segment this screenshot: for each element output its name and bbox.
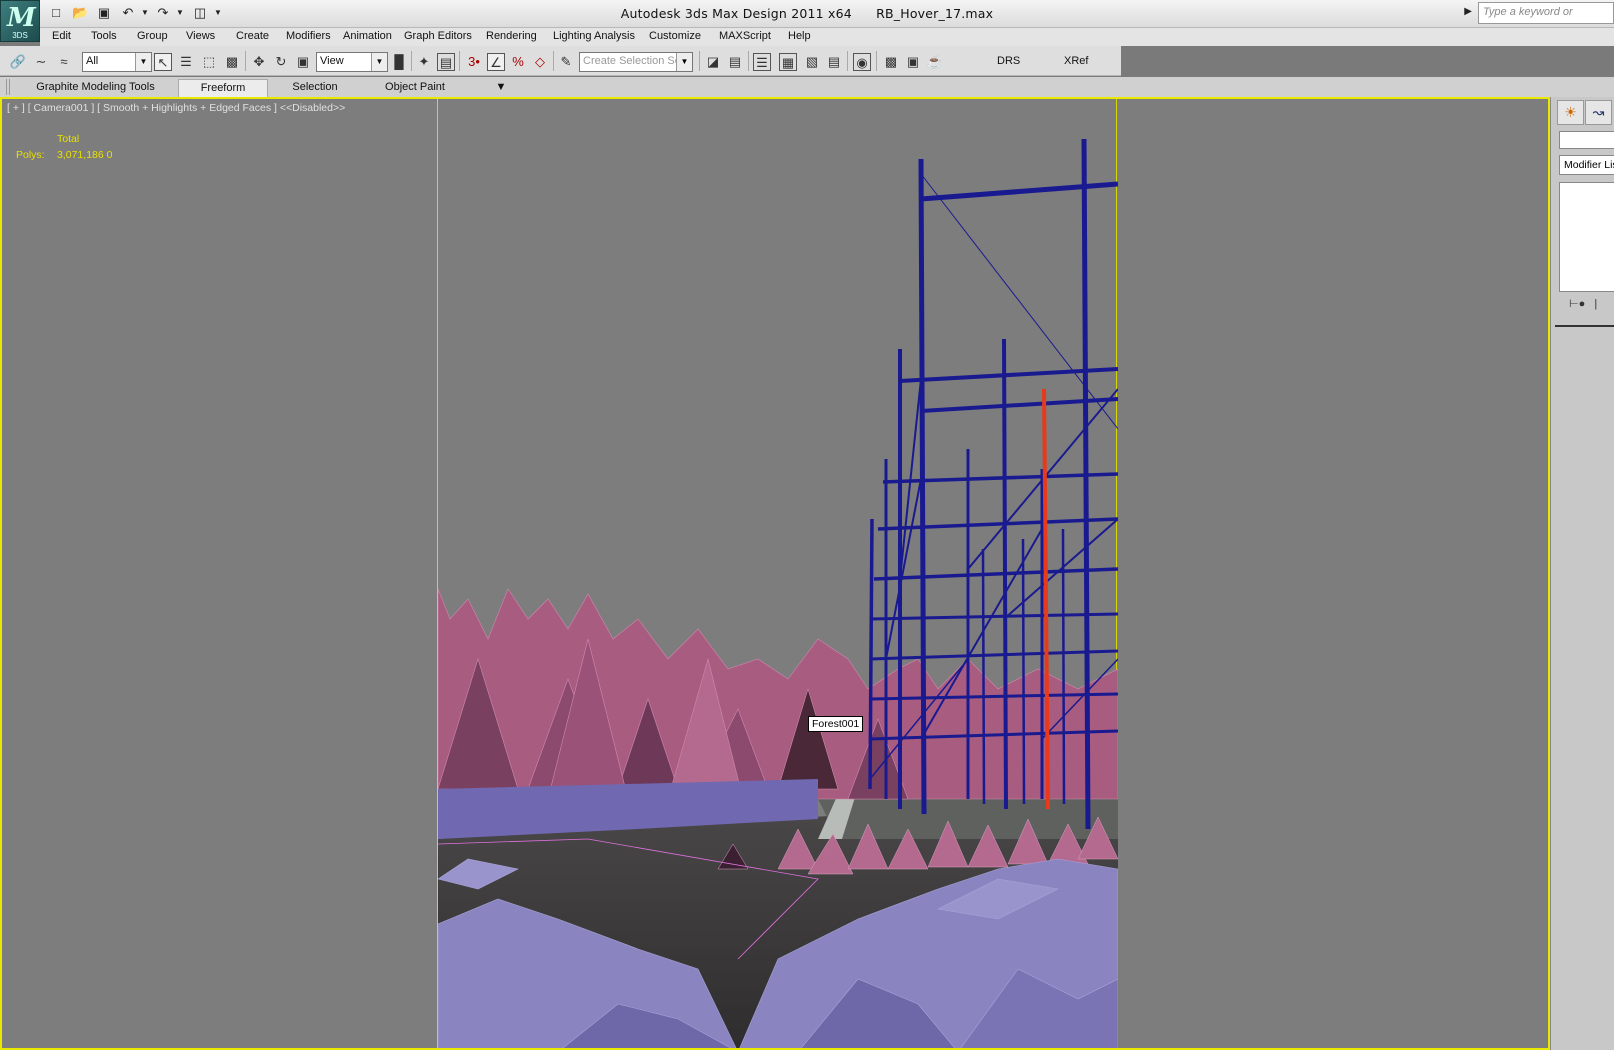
select-object-icon[interactable]: ↖ <box>154 53 172 71</box>
stats-polys-label: Polys: <box>16 149 45 161</box>
menu-animation[interactable]: Animation <box>343 30 392 42</box>
file-name: RB_Hover_17.max <box>876 6 994 21</box>
toolbar-divider <box>411 51 412 71</box>
toolbar-divider <box>553 51 554 71</box>
curve-icon[interactable]: ↝ <box>1585 100 1612 125</box>
window-crossing-icon[interactable]: ▩ <box>223 53 241 71</box>
infocenter-search-input[interactable]: Type a keyword or <box>1478 2 1614 24</box>
unlink-selection-icon[interactable]: ∼ <box>32 53 50 71</box>
object-name-field[interactable] <box>1559 131 1614 149</box>
toolbar-empty-area <box>1121 46 1614 76</box>
tab-graphite-modeling-tools[interactable]: Graphite Modeling Tools <box>28 79 163 97</box>
select-and-scale-icon[interactable]: ▣ <box>294 53 312 71</box>
curve-editor-icon[interactable]: ▧ <box>803 53 821 71</box>
toolbar-divider <box>876 51 877 71</box>
snaps-toggle-icon[interactable]: 3• <box>465 53 483 71</box>
toolbar-divider <box>847 51 848 71</box>
pin-stack-icon[interactable]: ⊢● | <box>1569 297 1597 310</box>
panel-divider <box>1555 325 1614 327</box>
named-selection-placeholder: Create Selection Se <box>583 55 681 67</box>
toolbar-divider <box>748 51 749 71</box>
toolbar-divider <box>459 51 460 71</box>
menu-edit[interactable]: Edit <box>52 30 71 42</box>
tab-selection[interactable]: Selection <box>280 79 350 97</box>
menu-bar: Edit Tools Group Views Create Modifiers … <box>40 28 1614 46</box>
toolbar-divider <box>699 51 700 71</box>
render-production-icon[interactable]: ☕ <box>926 53 944 71</box>
schematic-view-icon[interactable]: ▤ <box>825 53 843 71</box>
graphite-toggle-icon[interactable]: ▦ <box>779 53 797 71</box>
angle-snap-icon[interactable]: ∠ <box>487 53 505 71</box>
camera-viewport[interactable]: [ + ] [ Camera001 ] [ Smooth + Highlight… <box>0 97 1550 1050</box>
toolbar-divider <box>245 51 246 71</box>
road-surface <box>818 799 1118 839</box>
material-editor-icon[interactable]: ◉ <box>853 53 871 71</box>
object-tooltip: Forest001 <box>808 716 864 732</box>
selection-filter-dropdown[interactable]: All ▼ <box>82 52 152 72</box>
menu-views[interactable]: Views <box>186 30 215 42</box>
menu-modifiers[interactable]: Modifiers <box>286 30 331 42</box>
menu-customize[interactable]: Customize <box>649 30 701 42</box>
bind-space-warp-icon[interactable]: ≈ <box>55 53 73 71</box>
select-and-link-icon[interactable]: 🔗 <box>9 53 27 71</box>
layer-manager-icon[interactable]: ☰ <box>753 53 771 71</box>
rectangular-selection-icon[interactable]: ⬚ <box>200 53 218 71</box>
command-panel: ☀ ↝ Modifier Lis ⊢● | <box>1550 97 1614 1050</box>
max-logo-icon: M <box>7 3 36 33</box>
drs-label[interactable]: DRS <box>997 55 1020 67</box>
logo-label: 3DS <box>12 31 28 40</box>
percent-snap-icon[interactable]: % <box>509 53 527 71</box>
chevron-down-icon: ▼ <box>676 53 692 71</box>
sun-icon[interactable]: ☀ <box>1557 100 1584 125</box>
menu-lighting-analysis[interactable]: Lighting Analysis <box>553 30 635 42</box>
menu-graph-editors[interactable]: Graph Editors <box>404 30 472 42</box>
menu-help[interactable]: Help <box>788 30 811 42</box>
title-bar: M 3DS □ 📂 ▣ ↶ ▼ ↷ ▼ ◫ ▼ Autodesk 3ds Max… <box>0 0 1614 42</box>
reference-coordinate-dropdown[interactable]: View ▼ <box>316 52 388 72</box>
align-icon[interactable]: ▤ <box>726 53 744 71</box>
chevron-down-icon: ▼ <box>135 53 151 71</box>
menu-rendering[interactable]: Rendering <box>486 30 537 42</box>
safe-frame <box>437 99 1118 1048</box>
select-and-rotate-icon[interactable]: ↻ <box>272 53 290 71</box>
stats-polys-value: 3,071,186 0 <box>57 149 113 161</box>
menu-create[interactable]: Create <box>236 30 269 42</box>
rendered-frame-window-icon[interactable]: ▣ <box>904 53 922 71</box>
window-title: Autodesk 3ds Max Design 2011 x64 RB_Hove… <box>0 6 1614 21</box>
tab-object-paint[interactable]: Object Paint <box>375 79 455 97</box>
selection-filter-value: All <box>86 55 99 67</box>
render-setup-icon[interactable]: ▩ <box>882 53 900 71</box>
main-toolbar: 🔗 ∼ ≈ All ▼ ↖ ☰ ⬚ ▩ ✥ ↻ ▣ View ▼ █ ✦ ▤ 3… <box>0 46 1614 76</box>
app-title: Autodesk 3ds Max Design 2011 x64 <box>620 6 852 21</box>
spinner-snap-icon[interactable]: ◇ <box>531 53 549 71</box>
stats-header: Total <box>57 133 80 145</box>
scene-render <box>438 138 1118 1048</box>
modifier-stack[interactable] <box>1559 182 1614 292</box>
xref-label[interactable]: XRef <box>1064 55 1088 67</box>
forest-trees <box>438 588 1118 800</box>
menu-maxscript[interactable]: MAXScript <box>719 30 771 42</box>
graphite-ribbon: Graphite Modeling Tools Freeform Selecti… <box>0 77 1614 97</box>
edit-named-selection-icon[interactable]: ✎ <box>557 53 575 71</box>
menu-group[interactable]: Group <box>137 30 168 42</box>
menu-tools[interactable]: Tools <box>91 30 117 42</box>
ribbon-grip[interactable] <box>6 79 10 95</box>
viewport-label[interactable]: [ + ] [ Camera001 ] [ Smooth + Highlight… <box>7 102 345 114</box>
search-expand-icon[interactable]: ▶ <box>1464 6 1472 17</box>
manipulate-icon[interactable]: ✦ <box>415 53 433 71</box>
select-by-name-icon[interactable]: ☰ <box>177 53 195 71</box>
ribbon-options-icon[interactable]: ▼ <box>486 79 516 97</box>
modifier-list-dropdown[interactable]: Modifier Lis <box>1559 155 1614 175</box>
tab-freeform[interactable]: Freeform <box>178 79 268 97</box>
keyboard-shortcut-override-icon[interactable]: ▤ <box>437 53 455 71</box>
chevron-down-icon: ▼ <box>371 53 387 71</box>
pivot-center-icon[interactable]: █ <box>390 53 408 71</box>
reference-coordinate-value: View <box>320 55 344 67</box>
select-and-move-icon[interactable]: ✥ <box>250 53 268 71</box>
mirror-icon[interactable]: ◪ <box>704 53 722 71</box>
named-selection-sets-dropdown[interactable]: Create Selection Se ▼ <box>579 52 693 72</box>
application-button[interactable]: M 3DS <box>0 0 40 42</box>
